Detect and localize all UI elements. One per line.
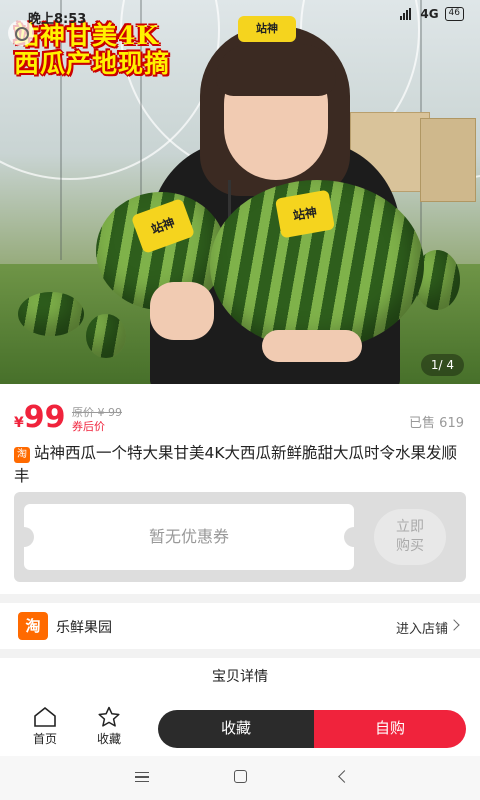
chevron-right-icon — [448, 619, 460, 631]
product-page: 站神 站神 站神 站神甘美4K 西瓜产地现摘 1/ 4 晚上8:53 4G 46… — [0, 0, 480, 800]
menu-icon[interactable] — [135, 772, 149, 782]
home-tab[interactable]: 首页 — [22, 706, 68, 747]
product-title: 淘站神西瓜一个特大果甘美4K大西瓜新鲜脆甜大瓜时令水果发顺丰 — [14, 442, 464, 488]
hand — [262, 330, 362, 362]
coupon-ticket: 暂无优惠券 — [14, 504, 364, 570]
self-buy-button[interactable]: 自购 — [314, 710, 466, 748]
collect-button[interactable]: 收藏 — [158, 710, 314, 748]
status-indicators: 4G 46 — [400, 7, 464, 21]
after-coupon-label: 券后价 — [72, 420, 105, 433]
person-bangs — [216, 44, 336, 96]
bottom-action-bar: 首页 收藏 收藏 自购 — [0, 698, 480, 756]
system-nav-bar — [0, 756, 480, 800]
image-pager: 1/ 4 — [420, 354, 464, 376]
home-icon — [34, 706, 56, 727]
product-title-text: 站神西瓜一个特大果甘美4K大西瓜新鲜脆甜大瓜时令水果发顺丰 — [14, 444, 458, 485]
home-square-icon[interactable] — [234, 770, 247, 783]
details-heading: 宝贝详情 — [0, 658, 480, 698]
status-time: 晚上8:53 — [28, 12, 87, 27]
back-icon[interactable] — [338, 770, 351, 783]
hand — [150, 282, 214, 340]
currency-symbol: ¥ — [14, 415, 24, 431]
watermelon — [18, 292, 84, 336]
price-value: 99 — [23, 400, 66, 435]
shop-name: 乐鲜果园 — [56, 620, 112, 636]
shop-row[interactable]: 淘 乐鲜果园 进入店铺 — [0, 603, 480, 649]
buy-now-button[interactable]: 立即 购买 — [374, 509, 446, 565]
watermelon — [86, 314, 126, 358]
shop-logo-icon: 淘 — [18, 612, 48, 640]
taobao-icon: 淘 — [14, 447, 30, 463]
favorite-label: 收藏 — [96, 732, 121, 746]
price: ¥99 — [14, 400, 66, 435]
crate — [420, 118, 476, 202]
sold-count: 已售 619 — [409, 416, 464, 431]
network-type: 4G — [420, 7, 439, 21]
coupon-text: 暂无优惠券 — [148, 527, 229, 546]
battery-icon: 46 — [444, 7, 464, 21]
product-info-card: ¥99 原价 ¥ 99 券后价 已售 619 淘站神西瓜一个特大果甘美4K大西瓜… — [0, 384, 480, 594]
signal-icon — [400, 8, 414, 20]
favorite-tab[interactable]: 收藏 — [86, 706, 132, 747]
app-logo-icon — [8, 20, 34, 46]
home-label: 首页 — [32, 732, 57, 746]
status-bar: 晚上8:53 4G 46 — [0, 0, 480, 30]
product-image-carousel[interactable]: 站神 站神 站神 站神甘美4K 西瓜产地现摘 1/ 4 — [0, 0, 480, 384]
coupon-box: 暂无优惠券 立即 购买 — [14, 492, 466, 582]
enter-shop-link[interactable]: 进入店铺 — [396, 618, 448, 637]
star-icon — [98, 706, 120, 727]
hero-overlay-subtitle: 西瓜产地现摘 — [14, 49, 171, 78]
